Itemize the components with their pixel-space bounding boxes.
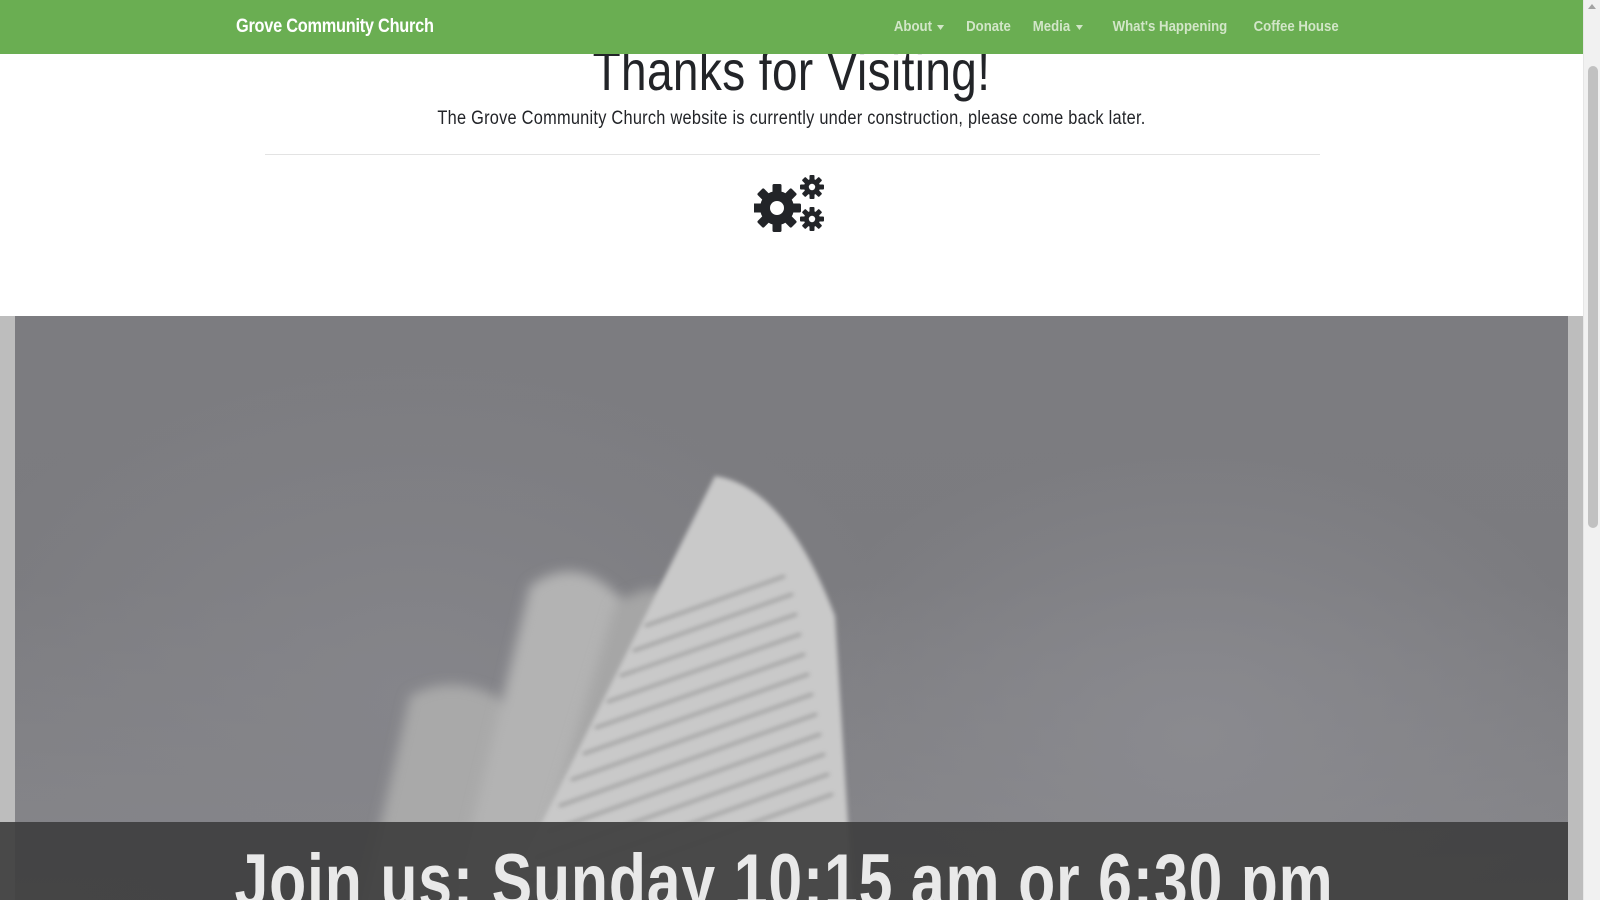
nav-item-donate[interactable]: Donate [966, 18, 1011, 35]
bible-photo [15, 316, 1568, 900]
nav-item-about[interactable]: About [894, 18, 945, 35]
caret-down-icon [937, 25, 945, 30]
construction-message: The Grove Community Church website is cu… [437, 108, 1146, 129]
nav-item-media[interactable]: Media [1032, 18, 1083, 35]
gears-icon [754, 175, 824, 232]
brand-link[interactable]: Grove Community Church [236, 16, 434, 38]
scrollbar[interactable] [1583, 0, 1600, 900]
nav-item-donate-label: Donate [965, 18, 1011, 35]
scroll-thumb[interactable] [1588, 66, 1598, 528]
nav-menu: About Donate Media What's Happening Coff… [872, 18, 1339, 35]
service-times-banner: Join us: Sunday 10:15 am or 6:30 pm [0, 822, 1568, 900]
divider [265, 154, 1320, 155]
page: Grove Community Church About Donate Medi… [0, 0, 1600, 900]
nav-item-media-label: Media [1032, 18, 1070, 35]
nav-item-about-label: About [894, 18, 933, 35]
caret-down-icon [1075, 25, 1083, 30]
nav-item-whats-happening[interactable]: What's Happening [1113, 18, 1228, 35]
nav-item-whats-happening-label: What's Happening [1112, 18, 1228, 35]
nav-item-coffee-house[interactable]: Coffee House [1254, 18, 1339, 35]
scroll-up-arrow-icon[interactable] [1588, 4, 1596, 9]
navbar: Grove Community Church About Donate Medi… [0, 0, 1583, 54]
service-times-text: Join us: Sunday 10:15 am or 6:30 pm [234, 839, 1334, 900]
nav-item-coffee-house-label: Coffee House [1253, 18, 1339, 35]
